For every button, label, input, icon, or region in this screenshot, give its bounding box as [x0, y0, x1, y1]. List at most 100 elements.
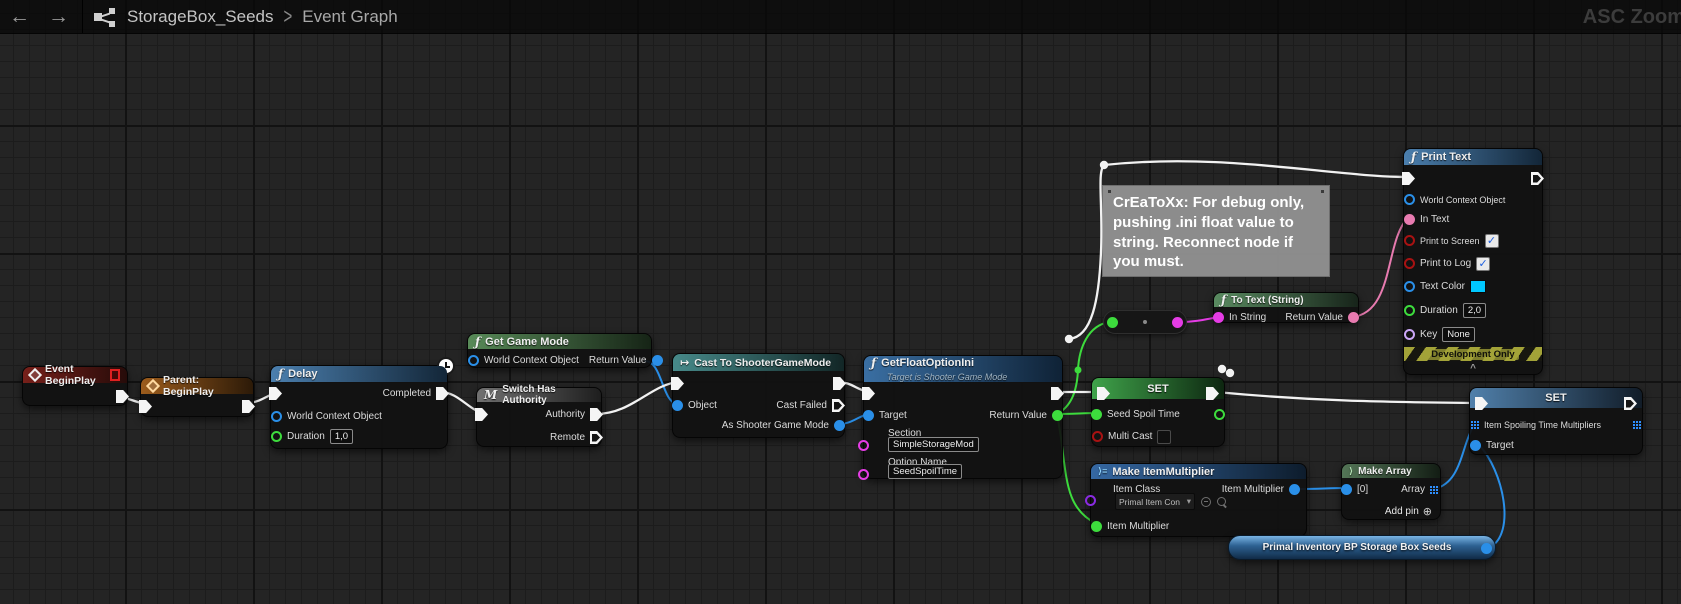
exec-out-pin[interactable] [1531, 172, 1544, 185]
in-text-pin[interactable] [1404, 214, 1415, 225]
print-to-log-pin[interactable] [1404, 258, 1415, 269]
option-name-input[interactable]: SeedSpoilTime [888, 464, 962, 479]
event-icon [146, 379, 160, 393]
browse-search-icon[interactable] [1217, 497, 1226, 506]
as-shooter-game-mode-pin[interactable] [834, 420, 845, 431]
exec-out-pin[interactable] [833, 377, 846, 390]
pin-label: As Shooter Game Mode [722, 420, 829, 431]
breadcrumb-blueprint-name[interactable]: StorageBox_Seeds [127, 7, 274, 27]
make-struct-icon: ⟩≡ [1098, 466, 1107, 477]
pin-label: World Context Object [484, 355, 579, 366]
print-to-log-checkbox[interactable]: ✓ [1476, 257, 1490, 271]
pin-label: Key [1420, 329, 1437, 340]
forward-arrow-icon[interactable]: → [39, 2, 78, 32]
node-set-seed-spoil-time[interactable]: SET Seed Spoil Time Multi Cast [1091, 377, 1225, 447]
exec-in-pin[interactable] [139, 400, 152, 413]
node-set-item-spoiling-time-multipliers[interactable]: SET Item Spoiling Time Multipliers Targe… [1469, 387, 1643, 455]
cast-icon: ↦ [680, 356, 689, 369]
pin-label: Print to Screen [1420, 236, 1480, 246]
key-input[interactable]: None [1442, 327, 1475, 342]
exec-in-pin[interactable] [862, 387, 875, 400]
node-delay[interactable]: ƒ Delay Completed World Context Object D… [270, 365, 448, 449]
exec-in-pin[interactable] [269, 387, 282, 400]
add-pin-label[interactable]: Add pin [1385, 506, 1419, 517]
pin-label: [0] [1357, 484, 1368, 495]
function-icon: ƒ [278, 367, 283, 381]
return-value-pin[interactable] [1052, 410, 1063, 421]
node-print-text[interactable]: ƒ Print Text World Context Object In Tex… [1403, 148, 1543, 375]
object-pin[interactable] [672, 400, 683, 411]
multi-cast-checkbox[interactable] [1157, 430, 1171, 444]
world-context-object-pin[interactable] [271, 411, 282, 422]
return-value-pin[interactable] [652, 355, 663, 366]
use-selected-asset-icon[interactable] [1201, 497, 1211, 507]
exec-out-pin[interactable] [242, 400, 255, 413]
array-element-0-pin[interactable] [1341, 484, 1352, 495]
node-primal-inventory-bp-storage-box-seeds[interactable]: Primal Inventory BP Storage Box Seeds [1228, 535, 1496, 560]
node-get-game-mode[interactable]: ƒ Get Game Mode World Context Object Ret… [467, 333, 652, 368]
node-subtitle: Target is Shooter Game Mode [887, 372, 1007, 382]
conversion-out-pin[interactable] [1172, 317, 1183, 328]
duration-input[interactable]: 2,0 [1463, 303, 1486, 318]
world-context-object-pin[interactable] [1404, 194, 1415, 205]
remote-exec-out-pin[interactable] [590, 431, 603, 444]
pin-label: Multi Cast [1108, 431, 1152, 442]
inventory-out-pin[interactable] [1481, 543, 1492, 554]
seed-spoil-time-out-pin[interactable] [1214, 409, 1225, 420]
exec-in-pin[interactable] [671, 377, 684, 390]
duration-input[interactable]: 1,0 [330, 429, 353, 444]
node-getfloatoptionini[interactable]: ƒ GetFloatOptionIni Target is Shooter Ga… [863, 355, 1063, 479]
node-make-itemmultiplier[interactable]: ⟩≡ Make ItemMultiplier Item Class Item M… [1090, 463, 1307, 537]
node-to-text-string[interactable]: ƒ To Text (String) In String Return Valu… [1213, 292, 1359, 323]
pin-label: World Context Object [1420, 195, 1505, 205]
in-string-pin[interactable] [1213, 312, 1224, 323]
exec-out-pin[interactable] [116, 390, 129, 403]
node-cast-to-shootergamemode[interactable]: ↦ Cast To ShooterGameMode Object Cast Fa… [672, 353, 845, 438]
node-title: Delay [288, 368, 317, 380]
print-to-screen-checkbox[interactable]: ✓ [1485, 234, 1499, 248]
print-to-screen-pin[interactable] [1404, 235, 1415, 246]
node-switch-has-authority[interactable]: M Switch Has Authority Authority Remote [476, 387, 602, 447]
text-color-swatch[interactable] [1470, 280, 1486, 293]
array-out-pin[interactable] [1430, 486, 1438, 494]
key-pin[interactable] [1404, 329, 1415, 340]
node-event-beginplay[interactable]: Event BeginPlay [22, 366, 128, 406]
exec-in-pin[interactable] [475, 408, 488, 421]
return-value-pin[interactable] [1348, 312, 1359, 323]
text-color-pin[interactable] [1404, 281, 1415, 292]
function-icon: ƒ [1221, 293, 1226, 307]
node-title: Cast To ShooterGameMode [694, 357, 831, 369]
multi-cast-pin[interactable] [1092, 431, 1103, 442]
world-context-object-pin[interactable] [468, 355, 479, 366]
add-pin-icon[interactable]: ⊕ [1423, 505, 1432, 518]
breadcrumb-chevron-icon: > [284, 4, 293, 30]
target-pin[interactable] [1470, 440, 1481, 451]
conversion-in-pin[interactable] [1107, 317, 1118, 328]
duration-pin[interactable] [1404, 305, 1415, 316]
make-array-icon: ⟩ [1349, 466, 1353, 477]
divider [82, 0, 83, 33]
node-make-array[interactable]: ⟩ Make Array [0] Array Add pin ⊕ [1341, 463, 1441, 520]
collapse-caret-icon[interactable]: ^ [1404, 363, 1542, 374]
breadcrumb-graph-name[interactable]: Event Graph [302, 7, 397, 27]
target-pin[interactable] [863, 410, 874, 421]
exec-out-pin[interactable] [1051, 387, 1064, 400]
pin-label: Return Value [589, 355, 647, 366]
seed-spoil-time-in-pin[interactable] [1091, 409, 1102, 420]
section-input[interactable]: SimpleStorageMod [888, 437, 979, 452]
back-arrow-icon[interactable]: ← [0, 2, 39, 32]
completed-exec-out-pin[interactable] [436, 387, 449, 400]
node-parent-beginplay[interactable]: Parent: BeginPlay [140, 377, 254, 417]
blueprint-graph-icon [93, 7, 117, 27]
cast-failed-exec-out-pin[interactable] [832, 399, 845, 412]
item-spoiling-time-multipliers-out-pin[interactable] [1633, 421, 1641, 429]
item-multiplier-in-pin[interactable] [1091, 521, 1102, 532]
pin-label: Print to Log [1420, 258, 1471, 269]
exec-in-pin[interactable] [1402, 172, 1415, 185]
duration-pin[interactable] [271, 431, 282, 442]
item-spoiling-time-multipliers-in-pin[interactable] [1471, 421, 1479, 429]
node-title: Event BeginPlay [45, 363, 105, 387]
item-class-dropdown[interactable]: Primal Item Con ▾ [1115, 493, 1195, 510]
authority-exec-out-pin[interactable] [590, 408, 603, 421]
node-float-to-string-conversion[interactable] [1103, 310, 1187, 334]
